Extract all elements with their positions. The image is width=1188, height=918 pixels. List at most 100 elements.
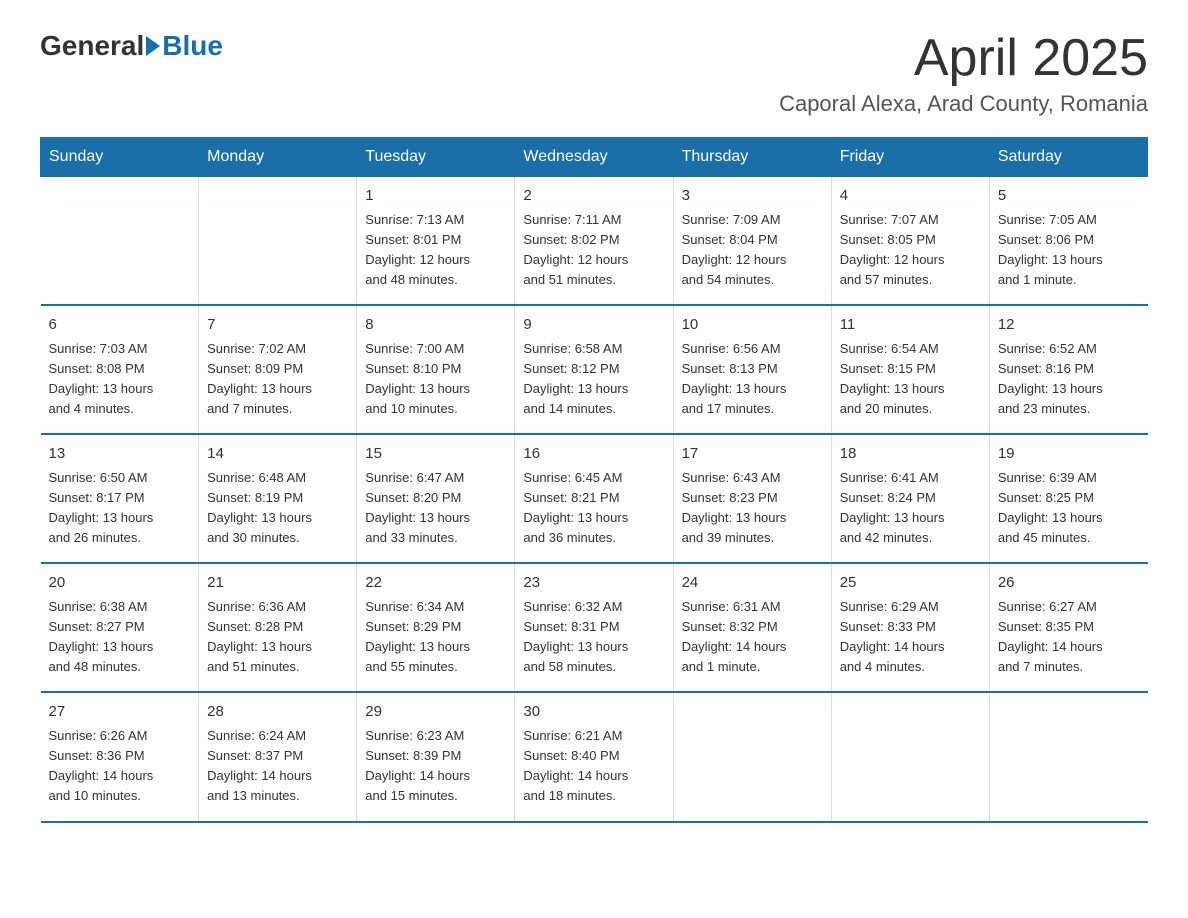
day-number: 24 xyxy=(682,572,823,595)
week-row-1: 1Sunrise: 7:13 AM Sunset: 8:01 PM Daylig… xyxy=(41,177,1148,306)
day-info: Sunrise: 7:13 AM Sunset: 8:01 PM Dayligh… xyxy=(365,210,506,291)
day-number: 2 xyxy=(523,185,664,208)
calendar-cell: 1Sunrise: 7:13 AM Sunset: 8:01 PM Daylig… xyxy=(357,177,515,306)
day-info: Sunrise: 6:32 AM Sunset: 8:31 PM Dayligh… xyxy=(523,597,664,678)
day-number: 16 xyxy=(523,443,664,466)
day-info: Sunrise: 6:45 AM Sunset: 8:21 PM Dayligh… xyxy=(523,468,664,549)
day-info: Sunrise: 6:50 AM Sunset: 8:17 PM Dayligh… xyxy=(49,468,191,549)
calendar-cell: 27Sunrise: 6:26 AM Sunset: 8:36 PM Dayli… xyxy=(41,692,199,821)
page-header: General Blue April 2025 Caporal Alexa, A… xyxy=(40,30,1148,117)
calendar-cell: 7Sunrise: 7:02 AM Sunset: 8:09 PM Daylig… xyxy=(199,305,357,434)
day-info: Sunrise: 7:02 AM Sunset: 8:09 PM Dayligh… xyxy=(207,339,348,420)
day-info: Sunrise: 7:05 AM Sunset: 8:06 PM Dayligh… xyxy=(998,210,1140,291)
day-info: Sunrise: 7:11 AM Sunset: 8:02 PM Dayligh… xyxy=(523,210,664,291)
day-number: 17 xyxy=(682,443,823,466)
day-number: 11 xyxy=(840,314,981,337)
calendar-cell: 28Sunrise: 6:24 AM Sunset: 8:37 PM Dayli… xyxy=(199,692,357,821)
day-info: Sunrise: 6:34 AM Sunset: 8:29 PM Dayligh… xyxy=(365,597,506,678)
day-info: Sunrise: 6:52 AM Sunset: 8:16 PM Dayligh… xyxy=(998,339,1140,420)
day-number: 14 xyxy=(207,443,348,466)
day-number: 27 xyxy=(49,701,191,724)
calendar-cell: 14Sunrise: 6:48 AM Sunset: 8:19 PM Dayli… xyxy=(199,434,357,563)
weekday-header-thursday: Thursday xyxy=(673,138,831,177)
calendar-cell: 22Sunrise: 6:34 AM Sunset: 8:29 PM Dayli… xyxy=(357,563,515,692)
day-number: 4 xyxy=(840,185,981,208)
weekday-header-tuesday: Tuesday xyxy=(357,138,515,177)
day-info: Sunrise: 6:41 AM Sunset: 8:24 PM Dayligh… xyxy=(840,468,981,549)
day-number: 1 xyxy=(365,185,506,208)
week-row-3: 13Sunrise: 6:50 AM Sunset: 8:17 PM Dayli… xyxy=(41,434,1148,563)
calendar-cell: 29Sunrise: 6:23 AM Sunset: 8:39 PM Dayli… xyxy=(357,692,515,821)
calendar-cell: 15Sunrise: 6:47 AM Sunset: 8:20 PM Dayli… xyxy=(357,434,515,563)
day-number: 28 xyxy=(207,701,348,724)
calendar-cell: 10Sunrise: 6:56 AM Sunset: 8:13 PM Dayli… xyxy=(673,305,831,434)
day-number: 13 xyxy=(49,443,191,466)
weekday-header-friday: Friday xyxy=(831,138,989,177)
calendar-cell: 24Sunrise: 6:31 AM Sunset: 8:32 PM Dayli… xyxy=(673,563,831,692)
calendar-cell: 16Sunrise: 6:45 AM Sunset: 8:21 PM Dayli… xyxy=(515,434,673,563)
calendar-cell xyxy=(199,177,357,306)
day-info: Sunrise: 6:31 AM Sunset: 8:32 PM Dayligh… xyxy=(682,597,823,678)
calendar-cell: 8Sunrise: 7:00 AM Sunset: 8:10 PM Daylig… xyxy=(357,305,515,434)
day-number: 12 xyxy=(998,314,1140,337)
calendar-cell: 17Sunrise: 6:43 AM Sunset: 8:23 PM Dayli… xyxy=(673,434,831,563)
day-number: 20 xyxy=(49,572,191,595)
day-info: Sunrise: 6:56 AM Sunset: 8:13 PM Dayligh… xyxy=(682,339,823,420)
calendar-cell: 5Sunrise: 7:05 AM Sunset: 8:06 PM Daylig… xyxy=(989,177,1147,306)
month-title: April 2025 xyxy=(779,30,1148,87)
week-row-4: 20Sunrise: 6:38 AM Sunset: 8:27 PM Dayli… xyxy=(41,563,1148,692)
day-number: 23 xyxy=(523,572,664,595)
logo-arrow-icon xyxy=(146,36,160,56)
day-info: Sunrise: 6:54 AM Sunset: 8:15 PM Dayligh… xyxy=(840,339,981,420)
day-number: 9 xyxy=(523,314,664,337)
calendar-cell: 19Sunrise: 6:39 AM Sunset: 8:25 PM Dayli… xyxy=(989,434,1147,563)
calendar-cell: 4Sunrise: 7:07 AM Sunset: 8:05 PM Daylig… xyxy=(831,177,989,306)
day-number: 30 xyxy=(523,701,664,724)
calendar-cell: 23Sunrise: 6:32 AM Sunset: 8:31 PM Dayli… xyxy=(515,563,673,692)
calendar-cell xyxy=(673,692,831,821)
weekday-header-monday: Monday xyxy=(199,138,357,177)
day-number: 25 xyxy=(840,572,981,595)
day-info: Sunrise: 6:36 AM Sunset: 8:28 PM Dayligh… xyxy=(207,597,348,678)
location-title: Caporal Alexa, Arad County, Romania xyxy=(779,91,1148,117)
day-number: 29 xyxy=(365,701,506,724)
day-number: 21 xyxy=(207,572,348,595)
title-block: April 2025 Caporal Alexa, Arad County, R… xyxy=(779,30,1148,117)
calendar-cell: 26Sunrise: 6:27 AM Sunset: 8:35 PM Dayli… xyxy=(989,563,1147,692)
day-info: Sunrise: 6:24 AM Sunset: 8:37 PM Dayligh… xyxy=(207,726,348,807)
day-number: 19 xyxy=(998,443,1140,466)
calendar-cell: 2Sunrise: 7:11 AM Sunset: 8:02 PM Daylig… xyxy=(515,177,673,306)
day-info: Sunrise: 6:43 AM Sunset: 8:23 PM Dayligh… xyxy=(682,468,823,549)
day-info: Sunrise: 6:58 AM Sunset: 8:12 PM Dayligh… xyxy=(523,339,664,420)
day-info: Sunrise: 6:48 AM Sunset: 8:19 PM Dayligh… xyxy=(207,468,348,549)
day-number: 22 xyxy=(365,572,506,595)
calendar-cell xyxy=(989,692,1147,821)
day-number: 26 xyxy=(998,572,1140,595)
weekday-header-row: SundayMondayTuesdayWednesdayThursdayFrid… xyxy=(41,138,1148,177)
day-info: Sunrise: 6:27 AM Sunset: 8:35 PM Dayligh… xyxy=(998,597,1140,678)
calendar-cell xyxy=(831,692,989,821)
day-number: 6 xyxy=(49,314,191,337)
day-number: 3 xyxy=(682,185,823,208)
weekday-header-sunday: Sunday xyxy=(41,138,199,177)
day-info: Sunrise: 6:26 AM Sunset: 8:36 PM Dayligh… xyxy=(49,726,191,807)
day-info: Sunrise: 6:38 AM Sunset: 8:27 PM Dayligh… xyxy=(49,597,191,678)
logo-blue-text: Blue xyxy=(162,30,223,62)
day-number: 5 xyxy=(998,185,1140,208)
day-info: Sunrise: 6:29 AM Sunset: 8:33 PM Dayligh… xyxy=(840,597,981,678)
calendar-cell: 25Sunrise: 6:29 AM Sunset: 8:33 PM Dayli… xyxy=(831,563,989,692)
day-info: Sunrise: 7:03 AM Sunset: 8:08 PM Dayligh… xyxy=(49,339,191,420)
calendar-cell: 9Sunrise: 6:58 AM Sunset: 8:12 PM Daylig… xyxy=(515,305,673,434)
logo-general-text: General xyxy=(40,30,144,62)
day-number: 8 xyxy=(365,314,506,337)
calendar-cell: 11Sunrise: 6:54 AM Sunset: 8:15 PM Dayli… xyxy=(831,305,989,434)
day-info: Sunrise: 7:00 AM Sunset: 8:10 PM Dayligh… xyxy=(365,339,506,420)
day-info: Sunrise: 6:39 AM Sunset: 8:25 PM Dayligh… xyxy=(998,468,1140,549)
calendar-cell xyxy=(41,177,199,306)
day-info: Sunrise: 6:47 AM Sunset: 8:20 PM Dayligh… xyxy=(365,468,506,549)
week-row-2: 6Sunrise: 7:03 AM Sunset: 8:08 PM Daylig… xyxy=(41,305,1148,434)
calendar-cell: 6Sunrise: 7:03 AM Sunset: 8:08 PM Daylig… xyxy=(41,305,199,434)
calendar-cell: 18Sunrise: 6:41 AM Sunset: 8:24 PM Dayli… xyxy=(831,434,989,563)
calendar-cell: 3Sunrise: 7:09 AM Sunset: 8:04 PM Daylig… xyxy=(673,177,831,306)
day-number: 7 xyxy=(207,314,348,337)
